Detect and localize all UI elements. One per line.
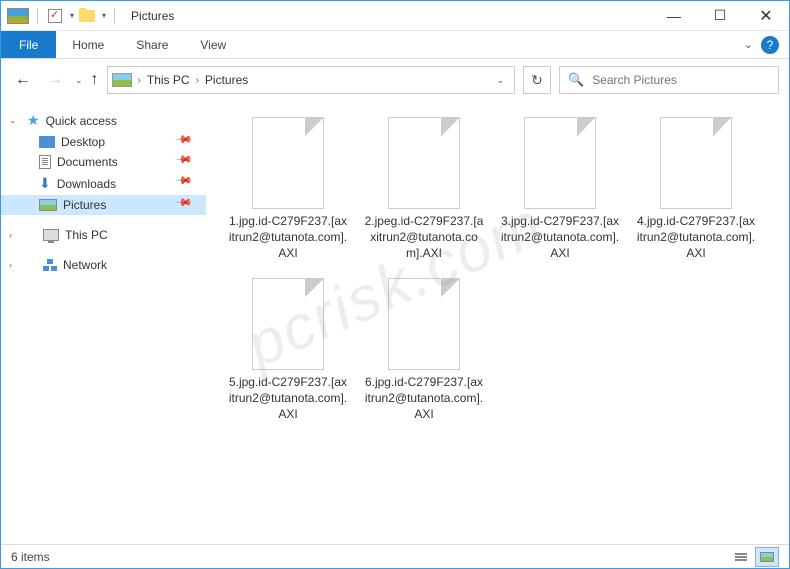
customize-qat[interactable]: ▾	[102, 11, 106, 20]
file-item[interactable]: 6.jpg.id-C279F237.[axitrun2@tutanota.com…	[358, 272, 490, 429]
chevron-right-icon[interactable]: ›	[138, 75, 141, 86]
search-input[interactable]	[592, 73, 770, 87]
collapse-icon[interactable]: ⌄	[9, 115, 21, 126]
star-icon: ★	[27, 112, 40, 129]
properties-toggle[interactable]	[46, 7, 64, 25]
file-name: 3.jpg.id-C279F237.[axitrun2@tutanota.com…	[500, 213, 620, 262]
address-bar[interactable]: › This PC › Pictures ⌄	[107, 66, 515, 94]
sidebar-item-label: Desktop	[61, 135, 105, 149]
expand-icon[interactable]: ›	[9, 230, 21, 240]
new-folder-button[interactable]	[78, 7, 96, 25]
refresh-button[interactable]: ↻	[523, 66, 551, 94]
file-menu[interactable]: File	[1, 31, 56, 58]
window-title: Pictures	[131, 9, 174, 23]
help-button[interactable]: ?	[761, 36, 779, 54]
item-count: 6 items	[11, 550, 50, 564]
location-icon	[112, 73, 132, 87]
navigation-pane: ⌄ ★ Quick access Desktop 📌 Documents 📌 ⬇…	[1, 101, 206, 544]
this-pc-label: This PC	[65, 228, 108, 242]
download-icon: ⬇	[39, 175, 51, 192]
main-area: ⌄ ★ Quick access Desktop 📌 Documents 📌 ⬇…	[1, 101, 789, 544]
icons-view-button[interactable]	[755, 547, 779, 567]
app-icon	[7, 8, 29, 24]
sidebar-item-pictures[interactable]: Pictures 📌	[1, 195, 206, 215]
file-icon	[388, 117, 460, 209]
address-dropdown[interactable]: ⌄	[490, 75, 510, 86]
search-icon: 🔍	[568, 72, 584, 88]
expand-icon[interactable]: ›	[9, 260, 21, 270]
document-icon	[39, 155, 51, 169]
pin-icon: 📌	[175, 150, 200, 175]
sidebar-item-desktop[interactable]: Desktop 📌	[1, 132, 206, 152]
desktop-icon	[39, 136, 55, 148]
breadcrumb-pictures[interactable]: Pictures	[205, 73, 248, 87]
file-name: 5.jpg.id-C279F237.[axitrun2@tutanota.com…	[228, 374, 348, 423]
file-item[interactable]: 2.jpeg.id-C279F237.[axitrun2@tutanota.co…	[358, 111, 490, 268]
maximize-button[interactable]: ☐	[697, 1, 743, 31]
back-button[interactable]: ←	[11, 68, 35, 92]
pin-icon: 📌	[175, 193, 200, 218]
file-item[interactable]: 5.jpg.id-C279F237.[axitrun2@tutanota.com…	[222, 272, 354, 429]
minimize-button[interactable]: —	[651, 1, 697, 31]
chevron-down-icon: ▾	[70, 11, 74, 20]
sidebar-network[interactable]: › Network	[1, 255, 206, 275]
pictures-icon	[39, 199, 57, 211]
sidebar-this-pc[interactable]: › This PC	[1, 225, 206, 245]
network-label: Network	[63, 258, 107, 272]
sidebar-item-documents[interactable]: Documents 📌	[1, 152, 206, 172]
sidebar-item-downloads[interactable]: ⬇ Downloads 📌	[1, 172, 206, 195]
file-name: 1.jpg.id-C279F237.[axitrun2@tutanota.com…	[228, 213, 348, 262]
forward-button[interactable]: →	[43, 68, 67, 92]
file-icon	[252, 117, 324, 209]
file-icon	[660, 117, 732, 209]
navigation-bar: ← → ⌄ ↑ › This PC › Pictures ⌄ ↻ 🔍	[1, 59, 789, 101]
file-list[interactable]: 1.jpg.id-C279F237.[axitrun2@tutanota.com…	[206, 101, 789, 544]
file-name: 4.jpg.id-C279F237.[axitrun2@tutanota.com…	[636, 213, 756, 262]
tab-view[interactable]: View	[184, 31, 242, 58]
status-bar: 6 items	[1, 544, 789, 568]
file-icon	[252, 278, 324, 370]
pin-icon: 📌	[175, 130, 200, 155]
recent-locations[interactable]: ⌄	[75, 75, 83, 86]
file-icon	[388, 278, 460, 370]
tab-home[interactable]: Home	[56, 31, 120, 58]
titlebar: ▾ ▾ Pictures — ☐ ✕	[1, 1, 789, 31]
sidebar-quick-access[interactable]: ⌄ ★ Quick access	[1, 109, 206, 132]
file-item[interactable]: 4.jpg.id-C279F237.[axitrun2@tutanota.com…	[630, 111, 762, 268]
pin-icon: 📌	[175, 171, 200, 196]
search-box[interactable]: 🔍	[559, 66, 779, 94]
ribbon: File Home Share View ⌄ ?	[1, 31, 789, 59]
up-button[interactable]: ↑	[91, 71, 99, 89]
separator	[114, 8, 115, 24]
sidebar-item-label: Pictures	[63, 198, 106, 212]
expand-ribbon-icon[interactable]: ⌄	[744, 38, 753, 51]
close-button[interactable]: ✕	[743, 1, 789, 31]
breadcrumb-this-pc[interactable]: This PC	[147, 73, 190, 87]
file-item[interactable]: 1.jpg.id-C279F237.[axitrun2@tutanota.com…	[222, 111, 354, 268]
separator	[37, 8, 38, 24]
file-name: 6.jpg.id-C279F237.[axitrun2@tutanota.com…	[364, 374, 484, 423]
network-icon	[43, 259, 57, 271]
file-item[interactable]: 3.jpg.id-C279F237.[axitrun2@tutanota.com…	[494, 111, 626, 268]
sidebar-item-label: Documents	[57, 155, 118, 169]
tab-share[interactable]: Share	[120, 31, 184, 58]
file-icon	[524, 117, 596, 209]
details-view-button[interactable]	[729, 547, 753, 567]
quick-access-label: Quick access	[46, 114, 117, 128]
chevron-right-icon[interactable]: ›	[196, 75, 199, 86]
sidebar-item-label: Downloads	[57, 177, 116, 191]
file-name: 2.jpeg.id-C279F237.[axitrun2@tutanota.co…	[364, 213, 484, 262]
pc-icon	[43, 229, 59, 241]
quick-access-toolbar: ▾ ▾ Pictures	[1, 7, 174, 25]
window-controls: — ☐ ✕	[651, 1, 789, 31]
